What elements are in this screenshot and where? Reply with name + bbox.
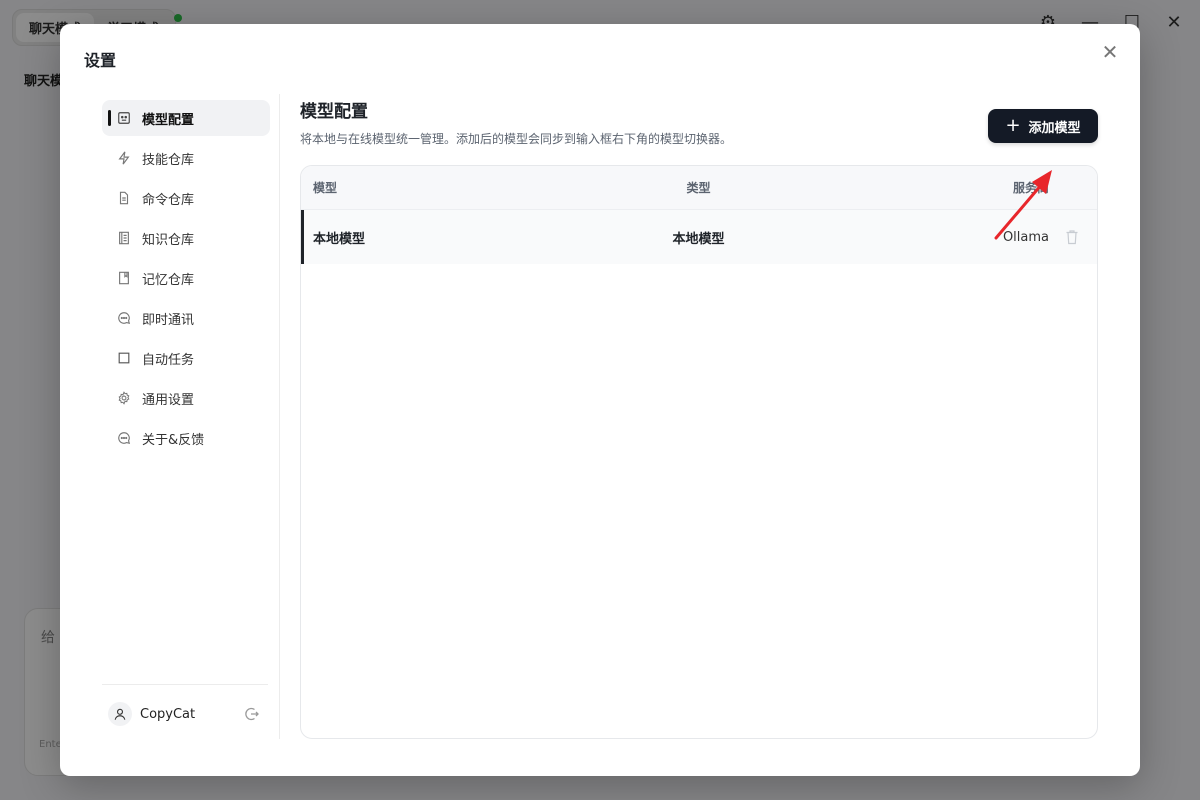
add-model-button[interactable]: + 添加模型 bbox=[988, 109, 1098, 143]
sidebar-item-memory[interactable]: 记忆仓库 bbox=[102, 260, 270, 296]
column-header-type: 类型 bbox=[686, 181, 711, 195]
lightning-icon bbox=[116, 150, 132, 166]
sidebar-item-label: 通用设置 bbox=[142, 392, 195, 408]
plus-icon: + bbox=[1005, 115, 1021, 136]
model-icon bbox=[116, 110, 132, 126]
page-title: 模型配置 bbox=[300, 102, 368, 122]
add-model-button-label: 添加模型 bbox=[1028, 120, 1081, 136]
username: CopyCat bbox=[140, 706, 196, 722]
cell-provider: Ollama bbox=[1002, 229, 1049, 245]
file-icon bbox=[116, 190, 132, 206]
close-icon[interactable]: ✕ bbox=[1098, 40, 1122, 64]
sidebar-item-general-settings[interactable]: 通用设置 bbox=[102, 380, 270, 416]
user-avatar-icon bbox=[108, 702, 132, 726]
sidebar-item-commands[interactable]: 命令仓库 bbox=[102, 180, 270, 216]
chat-bubble-icon bbox=[116, 430, 132, 446]
sidebar-item-auto-tasks[interactable]: 自动任务 bbox=[102, 340, 270, 376]
column-header-provider: 服务商 bbox=[1012, 181, 1049, 195]
sidebar-item-label: 技能仓库 bbox=[142, 152, 195, 168]
column-header-model: 模型 bbox=[313, 181, 338, 195]
table-row[interactable]: 本地模型 本地模型 Ollama bbox=[301, 210, 1097, 264]
square-icon bbox=[116, 350, 132, 366]
settings-modal: 设置 ✕ 模型配置 技能仓库 命令仓库 知识仓库 记忆仓库 即时通讯 自动任务 … bbox=[60, 24, 1140, 776]
logout-icon[interactable] bbox=[244, 706, 260, 722]
sidebar-item-label: 知识仓库 bbox=[142, 232, 195, 248]
table-header: 模型 类型 服务商 bbox=[301, 166, 1097, 210]
sidebar-item-model-config[interactable]: 模型配置 bbox=[102, 100, 270, 136]
chat-bubble-icon bbox=[116, 310, 132, 326]
sidebar-item-skills[interactable]: 技能仓库 bbox=[102, 140, 270, 176]
sidebar-item-instant-messaging[interactable]: 即时通讯 bbox=[102, 300, 270, 336]
sidebar-item-about-feedback[interactable]: 关于&反馈 bbox=[102, 420, 270, 456]
sidebar-item-label: 关于&反馈 bbox=[142, 432, 205, 448]
cell-type: 本地模型 bbox=[672, 231, 725, 247]
book-icon bbox=[116, 230, 132, 246]
cell-model: 本地模型 bbox=[313, 231, 366, 247]
sidebar-item-label: 记忆仓库 bbox=[142, 272, 195, 288]
modal-title: 设置 bbox=[84, 51, 117, 70]
sidebar-item-label: 自动任务 bbox=[142, 352, 195, 368]
sidebar-item-label: 命令仓库 bbox=[142, 192, 195, 208]
gear-icon bbox=[116, 390, 132, 406]
sidebar-item-label: 即时通讯 bbox=[142, 312, 195, 328]
bookmark-icon bbox=[116, 270, 132, 286]
delete-trash-icon[interactable] bbox=[1065, 229, 1079, 245]
sidebar-item-label: 模型配置 bbox=[142, 112, 195, 128]
sidebar-divider bbox=[279, 94, 280, 739]
sidebar-footer-divider bbox=[102, 684, 268, 685]
page-description: 将本地与在线模型统一管理。添加后的模型会同步到输入框右下角的模型切换器。 bbox=[300, 132, 733, 146]
settings-sidebar: 模型配置 技能仓库 命令仓库 知识仓库 记忆仓库 即时通讯 自动任务 通用设置 … bbox=[102, 100, 270, 740]
sidebar-item-knowledge[interactable]: 知识仓库 bbox=[102, 220, 270, 256]
user-profile-row[interactable]: CopyCat bbox=[108, 700, 260, 728]
model-table: 模型 类型 服务商 本地模型 本地模型 Ollama bbox=[300, 165, 1098, 739]
